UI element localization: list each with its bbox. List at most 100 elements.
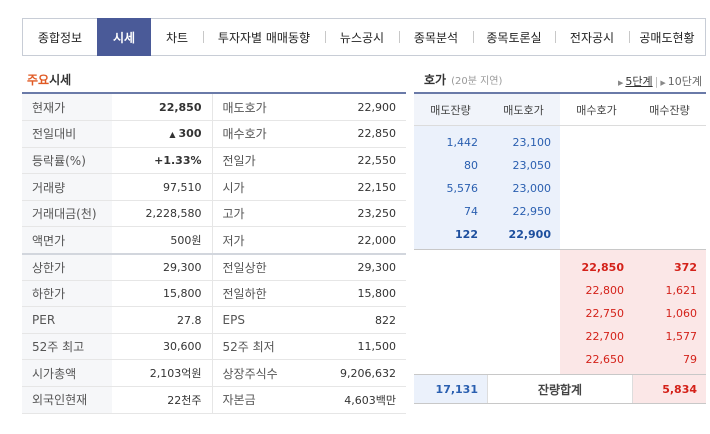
bid-price: 22,750	[560, 302, 633, 325]
tab-disclosure[interactable]: 전자공시	[555, 19, 629, 55]
tab-chart[interactable]: 차트	[151, 19, 203, 55]
quote-label: 하한가	[22, 280, 112, 308]
empty-cell	[487, 348, 560, 371]
empty-cell	[487, 325, 560, 348]
header-ask-qty: 매도잔량	[414, 94, 487, 125]
quote-label: 매수호가	[211, 120, 302, 148]
ask-block: 1,442 23,100 80 23,050 5,576 23,000 74 22,950 12…	[414, 126, 706, 249]
bid-price: 22,700	[560, 325, 633, 348]
tab-investor-trading[interactable]: 투자자별 매매동향	[203, 19, 325, 55]
quote-value: 30,600	[112, 333, 212, 361]
divider: |	[654, 75, 659, 88]
quote-label: 시가	[211, 173, 302, 201]
quote-row: 상한가 29,300 전일상한 29,300	[22, 252, 406, 281]
bid-price: 22,850	[560, 256, 633, 279]
quote-value: 27.8	[112, 306, 212, 334]
quote-label: EPS	[211, 306, 302, 334]
quote-value: 97,510	[112, 173, 212, 201]
tab-quote[interactable]: 시세	[97, 18, 151, 56]
quote-value: 11,500	[302, 333, 406, 361]
bid-price: 22,800	[560, 279, 633, 302]
quote-value: 22,150	[302, 173, 406, 201]
bid-row: 22,850 372	[414, 256, 706, 279]
quote-label: 거래대금(천)	[22, 200, 112, 228]
empty-cell	[560, 131, 633, 154]
header-bid-price: 매수호가	[576, 103, 617, 117]
hoga-step-links: ▶ 5단계 | ▶ 10단계	[618, 73, 702, 89]
triangle-right-icon: ▶	[660, 79, 666, 87]
empty-cell	[414, 279, 487, 302]
quote-value-text: +1.33%	[154, 153, 202, 167]
bid-row: 22,650 79	[414, 348, 706, 371]
hoga-title: 호가 (20분 지연)	[424, 71, 502, 88]
step10-link[interactable]: 10단계	[668, 75, 702, 88]
quote-row: 전일대비 ▲ 300 매수호가 22,850	[22, 120, 406, 148]
bid-qty: 79	[633, 348, 706, 371]
empty-cell	[633, 177, 706, 200]
ask-qty: 74	[414, 200, 487, 223]
total-label: 잔량합계	[487, 375, 633, 403]
quote-value-text: 300	[178, 127, 202, 141]
quote-row: 외국인현재 22천주 자본금 4,603백만	[22, 386, 406, 414]
quote-label: PER	[22, 306, 112, 334]
tab-analysis[interactable]: 종목분석	[399, 19, 473, 55]
ask-qty: 1,442	[414, 131, 487, 154]
quote-label: 전일하한	[211, 280, 302, 308]
quote-label: 전일상한	[211, 252, 302, 281]
empty-cell	[487, 302, 560, 325]
total-bid-qty: 5,834	[633, 375, 706, 403]
quote-row: 현재가 22,850 매도호가 22,900	[22, 94, 406, 122]
ask-qty: 122	[414, 223, 487, 246]
tab-discussion[interactable]: 종목토론실	[473, 19, 555, 55]
quote-label: 전일대비	[22, 120, 112, 148]
quote-value: 22,550	[302, 147, 406, 175]
tab-overview[interactable]: 종합정보	[23, 19, 97, 55]
bid-qty: 1,621	[633, 279, 706, 302]
ask-price: 23,100	[487, 131, 560, 154]
quote-label: 전일가	[211, 147, 302, 175]
quote-value: 23,250	[302, 200, 406, 228]
empty-cell	[487, 279, 560, 302]
quote-value: 22,000	[302, 226, 406, 255]
bid-qty: 1,577	[633, 325, 706, 348]
quote-value: 822	[302, 306, 406, 334]
ask-price: 23,000	[487, 177, 560, 200]
hoga-title-text: 호가	[424, 73, 447, 87]
quote-value-text: 500원	[170, 234, 202, 248]
tab-news[interactable]: 뉴스공시	[325, 19, 399, 55]
quote-row: 52주 최고 30,600 52주 최저 11,500	[22, 333, 406, 361]
ask-row: 122 22,900	[414, 223, 706, 246]
main-quote-title: 주요시세	[27, 71, 71, 88]
hoga-total-row: 17,131 잔량합계 5,834	[414, 374, 706, 404]
quote-label: 거래량	[22, 173, 112, 201]
quote-value: +1.33%	[112, 147, 212, 175]
ask-row: 80 23,050	[414, 154, 706, 177]
quote-label: 고가	[211, 200, 302, 228]
quote-value: 2,228,580	[112, 200, 212, 228]
quote-row: 액면가 500원 저가 22,000	[22, 226, 406, 255]
ask-row: 5,576 23,000	[414, 177, 706, 200]
step5-link[interactable]: 5단계	[625, 75, 652, 88]
quote-value: 15,800	[302, 280, 406, 308]
quote-row: 등락률(%) +1.33% 전일가 22,550	[22, 147, 406, 175]
quote-value: 29,300	[112, 252, 212, 281]
quote-value-text: 27.8	[177, 313, 202, 327]
quote-row: 시가총액 2,103억원 상장주식수 9,206,632	[22, 359, 406, 388]
quote-row: 거래량 97,510 시가 22,150	[22, 173, 406, 201]
bid-qty: 1,060	[633, 302, 706, 325]
quote-value: 22,850	[112, 94, 212, 122]
quote-value: 500원	[112, 226, 212, 255]
hoga-header: 매도잔량 매도호가 매수호가 매수잔량	[414, 94, 706, 126]
ask-row: 74 22,950	[414, 200, 706, 223]
bid-row: 22,800 1,621	[414, 279, 706, 302]
quote-value: 22,900	[302, 94, 406, 122]
ask-row: 1,442 23,100	[414, 131, 706, 154]
quote-value-text: 2,228,580	[145, 207, 202, 221]
empty-cell	[560, 154, 633, 177]
empty-cell	[633, 223, 706, 246]
bid-qty: 372	[633, 256, 706, 279]
tab-short-selling[interactable]: 공매도현황	[629, 19, 705, 55]
quote-label: 현재가	[22, 94, 112, 122]
empty-cell	[560, 200, 633, 223]
empty-cell	[633, 200, 706, 223]
